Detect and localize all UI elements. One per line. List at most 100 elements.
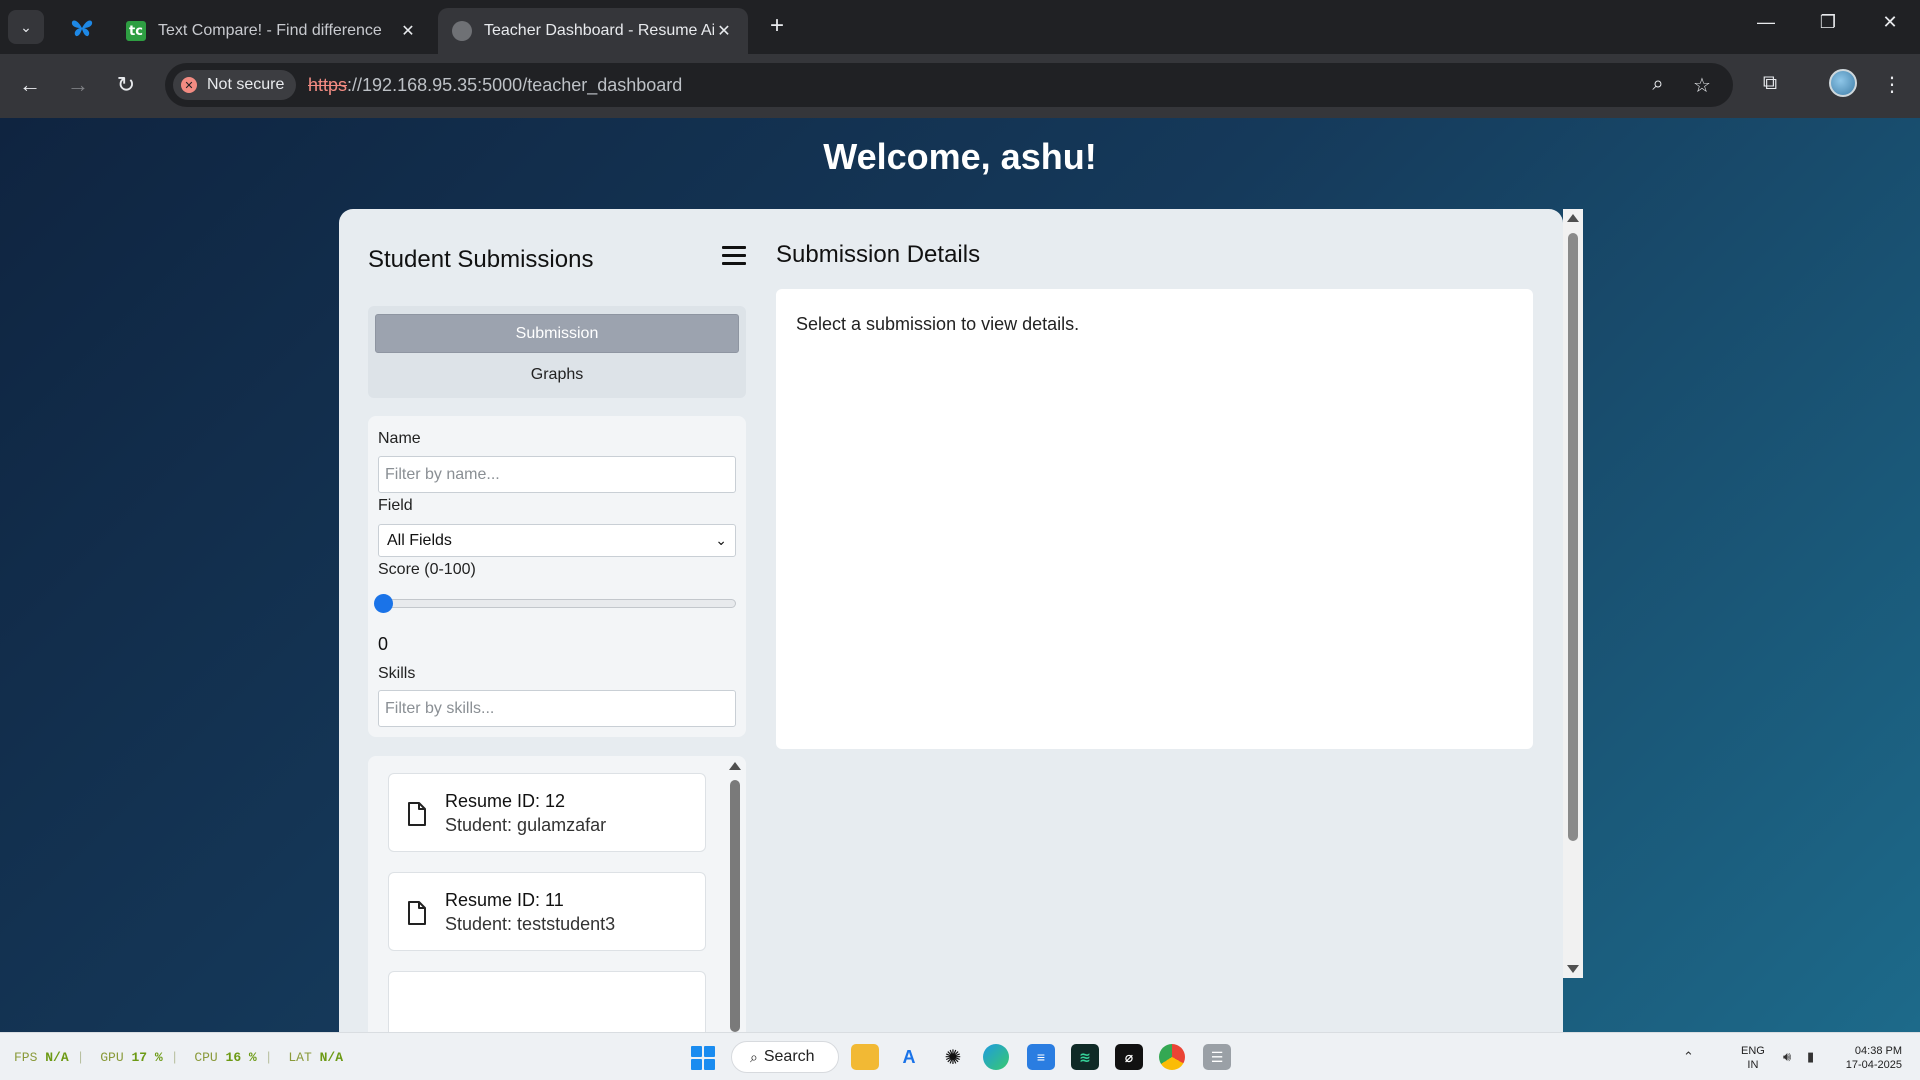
fps-label: FPS bbox=[14, 1050, 38, 1065]
bookmark-star-icon[interactable]: ☆ bbox=[1689, 73, 1715, 98]
scrollbar-thumb[interactable] bbox=[730, 780, 740, 1032]
list-item-partial[interactable] bbox=[388, 971, 706, 1032]
notepad-icon[interactable]: ≡ bbox=[1027, 1044, 1055, 1070]
score-value: 0 bbox=[378, 634, 389, 654]
details-empty-message: Select a submission to view details. bbox=[796, 314, 1080, 334]
system-clock[interactable]: 04:38 PM 17-04-2025 bbox=[1838, 1044, 1902, 1072]
filter-panel: Name Field All Fields ⌄ Score (0-100) 0 … bbox=[368, 416, 746, 737]
sidebar-nav: Submission Graphs bbox=[368, 306, 746, 398]
browser-tab-bar: ⌄ tc Text Compare! - Find difference ✕ T… bbox=[0, 0, 1920, 54]
url-rest: ://192.168.95.35:5000/teacher_dashboard bbox=[347, 75, 683, 95]
name-label: Name bbox=[378, 430, 421, 447]
extensions-puzzle-icon[interactable]: ⧉ bbox=[1755, 72, 1785, 95]
tab-teacher-dashboard[interactable]: Teacher Dashboard - Resume Ai ✕ bbox=[438, 8, 748, 54]
pinned-app-tab[interactable] bbox=[62, 12, 102, 44]
list-scrollbar[interactable] bbox=[728, 760, 742, 1032]
region-code: IN bbox=[1747, 1059, 1759, 1071]
new-tab-button[interactable]: + bbox=[762, 12, 792, 40]
windows-start-icon[interactable] bbox=[691, 1046, 715, 1070]
address-bar[interactable]: ✕ Not secure https://192.168.95.35:5000/… bbox=[165, 63, 1733, 107]
scroll-up-icon[interactable] bbox=[1567, 214, 1579, 222]
clock-date: 17-04-2025 bbox=[1845, 1059, 1902, 1071]
chevron-down-icon: ⌄ bbox=[20, 18, 32, 35]
browser-toolbar: ← → ↻ ✕ Not secure https://192.168.95.35… bbox=[0, 54, 1920, 118]
database-icon[interactable]: ☰ bbox=[1203, 1044, 1231, 1070]
globe-icon bbox=[452, 21, 472, 41]
close-icon[interactable]: ✕ bbox=[398, 21, 418, 41]
windows-taskbar: FPS N/A | GPU 17 % | CPU 16 % | LAT N/A ⌕ Se… bbox=[0, 1032, 1920, 1080]
lat-label: LAT bbox=[288, 1050, 312, 1065]
chrome-icon[interactable] bbox=[1159, 1044, 1185, 1070]
performance-overlay: FPS N/A | GPU 17 % | CPU 16 % | LAT N/A bbox=[14, 1050, 343, 1065]
cpu-value: 16 % bbox=[225, 1050, 257, 1065]
input-language[interactable]: ENG IN bbox=[1741, 1044, 1765, 1072]
score-slider[interactable] bbox=[374, 594, 736, 613]
butterfly-icon bbox=[71, 20, 93, 37]
skills-filter-input[interactable] bbox=[378, 690, 736, 727]
reload-icon[interactable]: ↻ bbox=[111, 72, 141, 98]
url-text[interactable]: https://192.168.95.35:5000/teacher_dashb… bbox=[308, 75, 682, 96]
hamburger-menu-icon[interactable] bbox=[722, 243, 746, 267]
restore-icon[interactable]: ❐ bbox=[1808, 12, 1848, 33]
scroll-up-icon[interactable] bbox=[729, 762, 741, 770]
tab-title: Teacher Dashboard - Resume Ai bbox=[484, 22, 714, 39]
volume-icon[interactable]: 🔊︎ bbox=[1783, 1049, 1791, 1065]
score-slider-handle[interactable] bbox=[374, 594, 393, 613]
tray-overflow-chevron-icon[interactable]: ⌃ bbox=[1683, 1049, 1694, 1065]
list-item[interactable]: Resume ID: 11 Student: teststudent3 bbox=[388, 872, 706, 951]
scrollbar-thumb[interactable] bbox=[1568, 233, 1578, 841]
scroll-down-icon[interactable] bbox=[1567, 965, 1579, 973]
tab-submission[interactable]: Submission bbox=[375, 314, 739, 353]
details-panel: Select a submission to view details. bbox=[776, 289, 1533, 749]
minimize-icon[interactable]: — bbox=[1746, 12, 1786, 33]
page-scrollbar[interactable] bbox=[1563, 209, 1583, 978]
close-icon[interactable]: ✕ bbox=[714, 21, 734, 41]
more-menu-icon[interactable]: ⋮ bbox=[1877, 72, 1907, 97]
file-explorer-icon[interactable] bbox=[851, 1044, 879, 1070]
student-name: Student: gulamzafar bbox=[445, 815, 607, 835]
text-compare-favicon: tc bbox=[126, 21, 146, 41]
student-name: Student: teststudent3 bbox=[445, 914, 616, 934]
battery-icon[interactable]: ▮ bbox=[1807, 1049, 1814, 1065]
document-icon bbox=[408, 901, 426, 925]
field-select[interactable]: All Fields ⌄ bbox=[378, 524, 736, 557]
security-label: Not secure bbox=[207, 76, 285, 93]
chatgpt-icon[interactable]: ✺ bbox=[939, 1044, 967, 1070]
resume-id: Resume ID: 12 bbox=[445, 791, 566, 811]
list-item[interactable]: Resume ID: 12 Student: gulamzafar bbox=[388, 773, 706, 852]
warning-icon: ✕ bbox=[181, 77, 197, 93]
tab-title: Text Compare! - Find difference bbox=[158, 22, 382, 39]
gpu-label: GPU bbox=[100, 1050, 124, 1065]
submission-list: Resume ID: 12 Student: gulamzafar Resume… bbox=[368, 756, 746, 1032]
back-arrow-icon[interactable]: ← bbox=[15, 72, 45, 98]
security-chip[interactable]: ✕ Not secure bbox=[173, 70, 297, 100]
field-select-value: All Fields bbox=[387, 531, 452, 549]
close-window-icon[interactable]: ✕ bbox=[1870, 12, 1910, 33]
tab-text-compare[interactable]: tc Text Compare! - Find difference ✕ bbox=[112, 8, 432, 54]
field-label: Field bbox=[378, 497, 413, 514]
tab-graphs[interactable]: Graphs bbox=[375, 361, 739, 389]
gpu-value: 17 % bbox=[131, 1050, 163, 1065]
name-filter-input[interactable] bbox=[378, 456, 736, 493]
page-viewport: Welcome, ashu! Student Submissions Submi… bbox=[0, 118, 1920, 1032]
zoom-icon[interactable]: ⌕ bbox=[1645, 73, 1671, 96]
forward-arrow-icon[interactable]: → bbox=[63, 72, 93, 98]
code-editor-icon[interactable]: ≋ bbox=[1071, 1044, 1099, 1070]
language-code: ENG bbox=[1741, 1045, 1765, 1057]
profile-avatar[interactable] bbox=[1829, 69, 1857, 97]
taskbar-search[interactable]: ⌕ Search bbox=[731, 1041, 839, 1073]
skills-label: Skills bbox=[378, 665, 416, 682]
tab-search-button[interactable]: ⌄ bbox=[8, 10, 44, 44]
search-label: Search bbox=[763, 1048, 815, 1065]
cursor-app-icon[interactable]: ⌀ bbox=[1115, 1044, 1143, 1070]
details-title: Submission Details bbox=[776, 241, 981, 268]
dashboard-card: Student Submissions Submission Graphs Na… bbox=[339, 209, 1563, 1032]
chevron-down-icon: ⌄ bbox=[715, 532, 727, 548]
edge-browser-icon[interactable] bbox=[983, 1044, 1009, 1070]
resume-id: Resume ID: 11 bbox=[445, 890, 564, 910]
sidebar-title: Student Submissions bbox=[368, 246, 594, 273]
fps-value: N/A bbox=[45, 1050, 69, 1065]
clock-time: 04:38 PM bbox=[1854, 1045, 1902, 1057]
cpu-label: CPU bbox=[194, 1050, 218, 1065]
app-store-icon[interactable]: A bbox=[895, 1044, 923, 1070]
